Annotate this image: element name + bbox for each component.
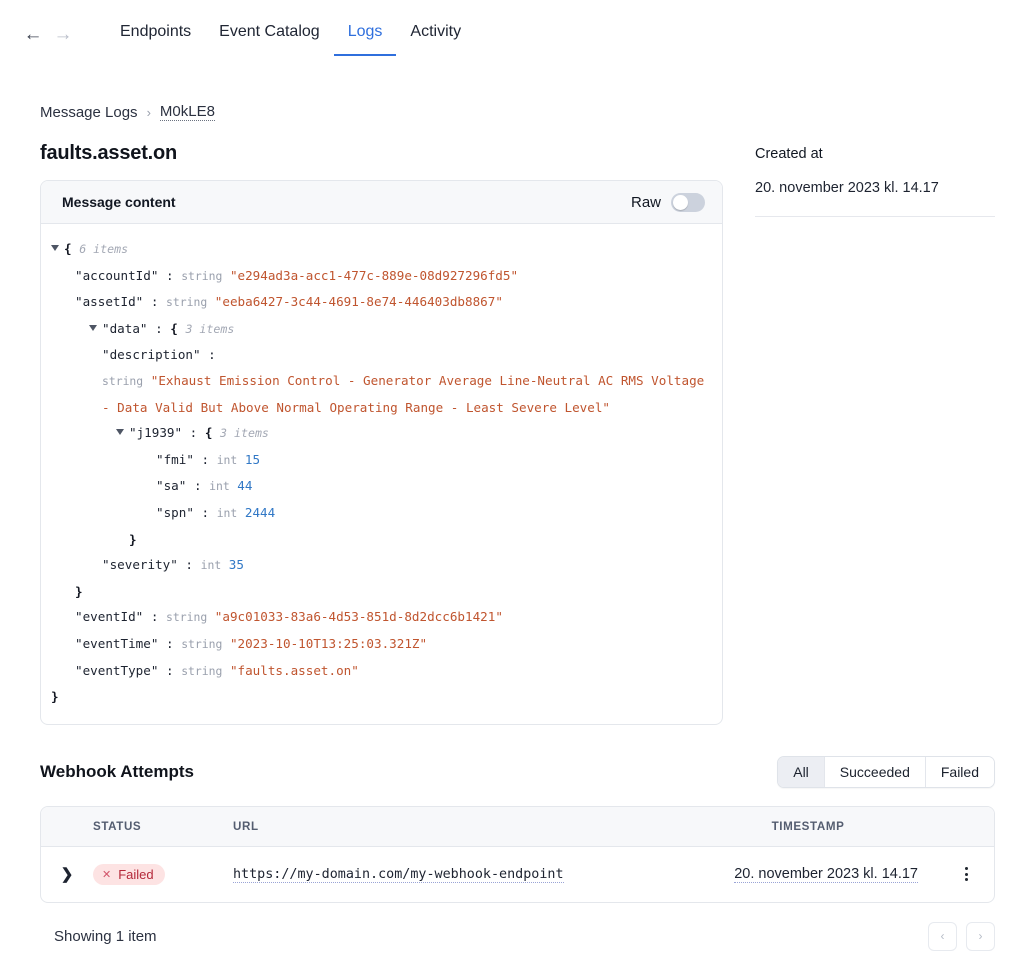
- json-row-description-value: string "Exhaust Emission Control - Gener…: [51, 368, 712, 420]
- raw-toggle-knob: [673, 195, 688, 210]
- filter-succeeded-button[interactable]: Succeeded: [824, 757, 925, 787]
- filter-all-button[interactable]: All: [778, 757, 824, 787]
- cell-timestamp: 20. november 2023 kl. 14.17: [678, 866, 938, 882]
- pagination: ‹ ›: [928, 922, 995, 951]
- row-menu-button[interactable]: [938, 867, 994, 881]
- tab-logs[interactable]: Logs: [334, 22, 397, 56]
- breadcrumb: Message Logs › M0kLE8: [40, 103, 1019, 121]
- status-badge: ✕ Failed: [93, 864, 165, 885]
- json-row-assetid: "assetId" : string "eeba6427-3c44-4691-8…: [51, 289, 712, 316]
- side-column: Created at 20. november 2023 kl. 14.17: [755, 142, 995, 217]
- created-at-value: 20. november 2023 kl. 14.17: [755, 180, 995, 196]
- json-root-close: }: [51, 684, 712, 710]
- main-column: faults.asset.on Message content Raw { 6 …: [40, 142, 723, 725]
- webhook-attempts-section: Webhook Attempts All Succeeded Failed ST…: [0, 756, 1019, 951]
- sidebar-divider: [755, 216, 995, 217]
- webhook-attempts-header: Webhook Attempts All Succeeded Failed: [40, 756, 995, 788]
- tab-bar: Endpoints Event Catalog Logs Activity: [106, 22, 475, 56]
- table-row[interactable]: ❯ ✕ Failed https://my-domain.com/my-webho…: [41, 847, 994, 902]
- showing-count: Showing 1 item: [40, 928, 157, 945]
- table-header-row: STATUS URL TIMESTAMP: [41, 807, 994, 847]
- json-row-description-key: "description" :: [51, 342, 712, 368]
- breadcrumb-separator-icon: ›: [147, 105, 151, 120]
- message-content-card: Message content Raw { 6 items "accountId…: [40, 180, 723, 725]
- tab-event-catalog[interactable]: Event Catalog: [205, 22, 334, 56]
- arrow-left-icon[interactable]: ←: [18, 22, 48, 46]
- json-row-eventtime: "eventTime" : string "2023-10-10T13:25:0…: [51, 631, 712, 658]
- header-url: URL: [233, 820, 678, 833]
- collapse-arrow-icon[interactable]: [51, 245, 59, 251]
- kebab-menu-icon: [965, 867, 968, 881]
- logs-detail-page: ← → Endpoints Event Catalog Logs Activit…: [0, 0, 1019, 956]
- cell-url: https://my-domain.com/my-webhook-endpoin…: [233, 866, 678, 882]
- x-icon: ✕: [102, 868, 111, 881]
- json-row-data-open[interactable]: "data" : { 3 items: [51, 316, 712, 343]
- json-row-sa: "sa" : int 44: [51, 473, 712, 500]
- arrow-right-icon[interactable]: →: [48, 22, 78, 46]
- json-viewer: { 6 items "accountId" : string "e294ad3a…: [41, 224, 722, 724]
- collapse-arrow-icon[interactable]: [89, 325, 97, 331]
- table-footer: Showing 1 item ‹ ›: [40, 922, 995, 951]
- header-timestamp: TIMESTAMP: [678, 820, 938, 833]
- json-row-severity: "severity" : int 35: [51, 552, 712, 579]
- json-row-data-close: }: [51, 579, 712, 605]
- header-status: STATUS: [93, 820, 233, 833]
- timestamp-text[interactable]: 20. november 2023 kl. 14.17: [734, 866, 918, 883]
- json-row-j1939-open[interactable]: "j1939" : { 3 items: [51, 420, 712, 447]
- breadcrumb-root[interactable]: Message Logs: [40, 104, 138, 121]
- page-title: faults.asset.on: [40, 142, 723, 165]
- message-content-title: Message content: [62, 194, 176, 210]
- created-at-label: Created at: [755, 146, 995, 162]
- chevron-right-icon: ❯: [61, 865, 74, 883]
- next-page-button[interactable]: ›: [966, 922, 995, 951]
- status-badge-label: Failed: [118, 867, 153, 882]
- attempt-filter-group: All Succeeded Failed: [777, 756, 995, 788]
- prev-page-button[interactable]: ‹: [928, 922, 957, 951]
- expand-row-button[interactable]: ❯: [41, 865, 93, 883]
- json-root-open[interactable]: { 6 items: [51, 236, 712, 263]
- url-text[interactable]: https://my-domain.com/my-webhook-endpoin…: [233, 867, 564, 883]
- json-row-j1939-close: }: [51, 527, 712, 553]
- breadcrumb-current[interactable]: M0kLE8: [160, 103, 215, 121]
- raw-label: Raw: [631, 194, 661, 211]
- json-row-accountid: "accountId" : string "e294ad3a-acc1-477c…: [51, 263, 712, 290]
- collapse-arrow-icon[interactable]: [116, 429, 124, 435]
- webhook-attempts-table: STATUS URL TIMESTAMP ❯ ✕ Failed https://m…: [40, 806, 995, 903]
- json-row-spn: "spn" : int 2444: [51, 500, 712, 527]
- json-row-eventid: "eventId" : string "a9c01033-83a6-4d53-8…: [51, 604, 712, 631]
- raw-toggle[interactable]: [671, 193, 705, 212]
- top-navigation: ← → Endpoints Event Catalog Logs Activit…: [0, 0, 1019, 62]
- raw-toggle-group[interactable]: Raw: [631, 193, 705, 212]
- json-row-eventtype: "eventType" : string "faults.asset.on": [51, 658, 712, 685]
- tab-activity[interactable]: Activity: [396, 22, 475, 56]
- tab-endpoints[interactable]: Endpoints: [106, 22, 205, 56]
- message-content-header: Message content Raw: [41, 181, 722, 224]
- filter-failed-button[interactable]: Failed: [925, 757, 994, 787]
- content-columns: faults.asset.on Message content Raw { 6 …: [0, 142, 1019, 725]
- webhook-attempts-title: Webhook Attempts: [40, 762, 194, 782]
- json-row-fmi: "fmi" : int 15: [51, 447, 712, 474]
- cell-status: ✕ Failed: [93, 864, 233, 885]
